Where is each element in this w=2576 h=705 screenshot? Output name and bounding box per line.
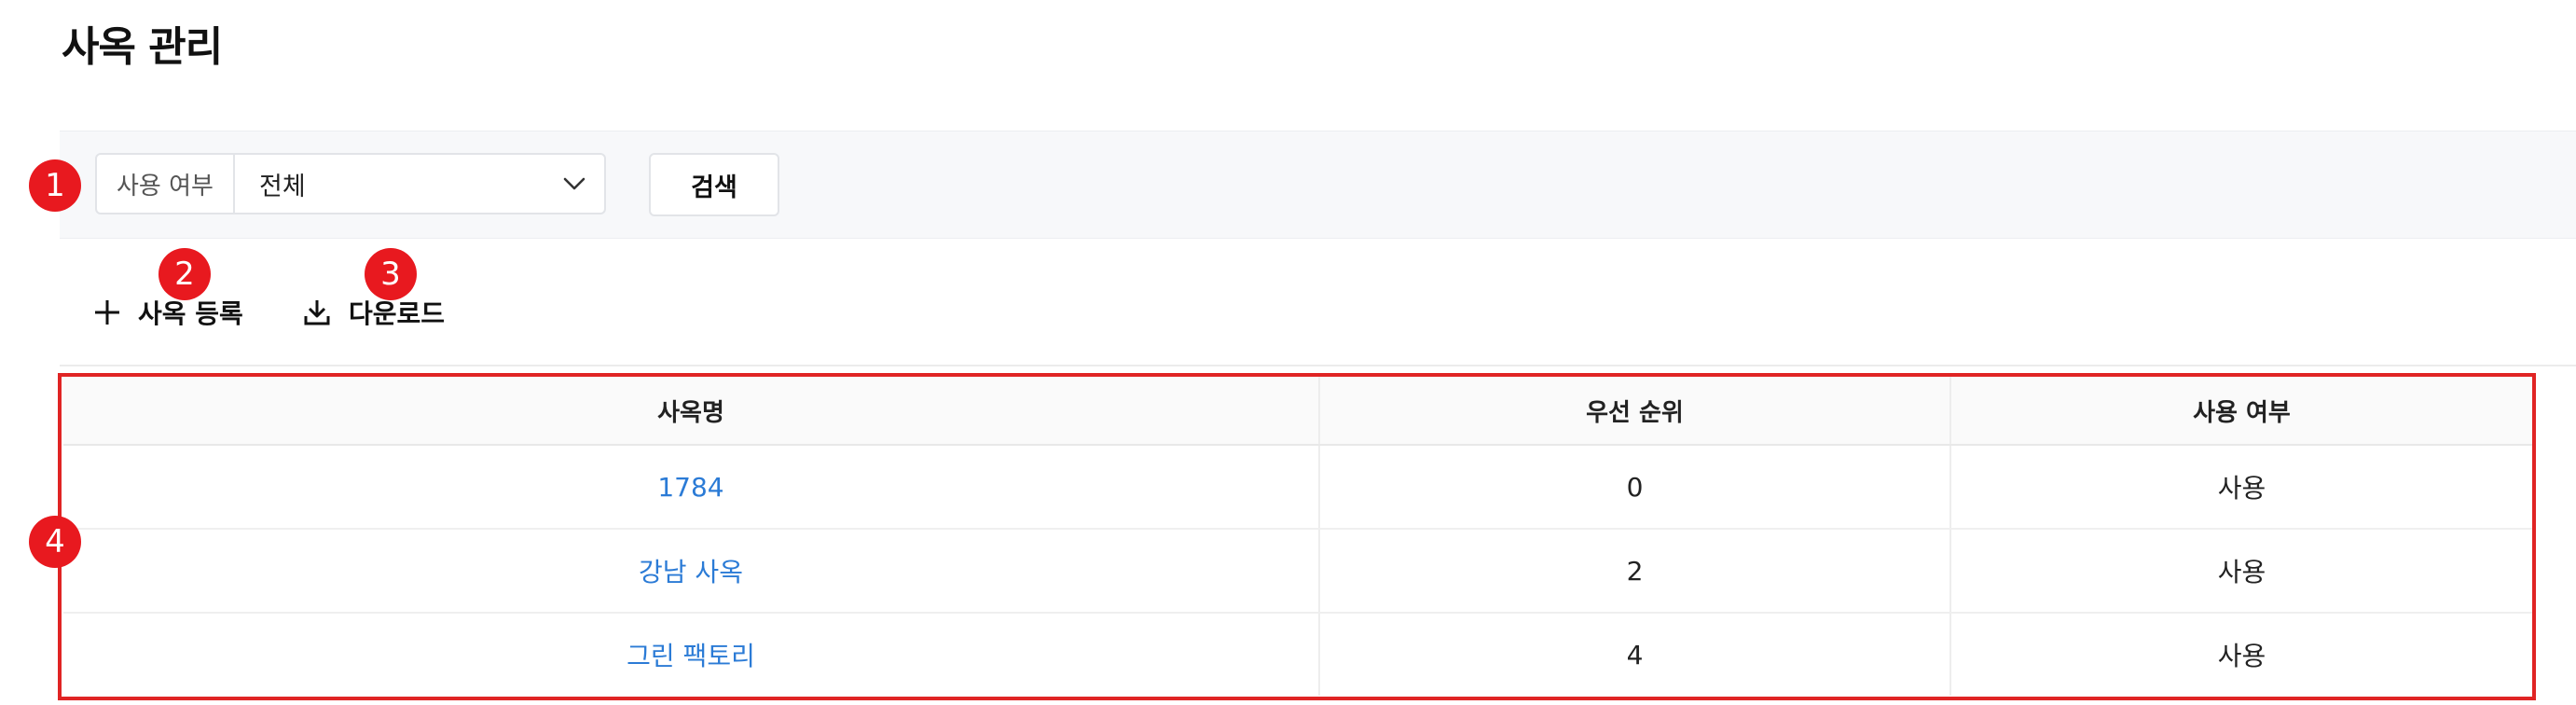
- search-button[interactable]: 검색: [649, 153, 779, 216]
- table-cell-status: 사용: [2217, 641, 2266, 671]
- annotation-badge-4: 4: [29, 516, 81, 568]
- download-icon: [304, 300, 330, 325]
- table-cell-name: 그린 팩토리: [63, 613, 1320, 696]
- usage-filter-value[interactable]: 전체: [235, 166, 544, 202]
- add-building-button[interactable]: 사옥 등록: [93, 293, 243, 332]
- building-table: 사옥명 우선 순위 사용 여부 1784 0 사용 강남 사옥 2 사용 그린 …: [63, 377, 2532, 696]
- table-row: 강남 사옥 2 사용: [63, 529, 2532, 614]
- annotation-badge-2: 2: [158, 248, 211, 300]
- building-name-link[interactable]: 1784: [657, 472, 723, 503]
- table-cell-name: 1784: [63, 445, 1320, 530]
- table-cell-status: 사용: [1950, 529, 2532, 614]
- divider: [60, 365, 2576, 366]
- column-header-name[interactable]: 사옥명: [63, 377, 1320, 446]
- table-cell-name: 강남 사옥: [63, 529, 1320, 614]
- table-row: 1784 0 사용: [63, 445, 2532, 530]
- building-name-link[interactable]: 강남 사옥: [639, 557, 743, 588]
- table-row: 그린 팩토리 4 사용: [63, 613, 2532, 696]
- usage-filter-label: 사용 여부: [97, 155, 235, 213]
- download-button[interactable]: 다운로드: [302, 293, 445, 332]
- annotation-badge-1: 1: [29, 159, 81, 212]
- chevron-down-icon[interactable]: [544, 177, 604, 190]
- table-cell-priority: 4: [1319, 613, 1951, 696]
- table-cell-priority: 0: [1319, 445, 1951, 530]
- table-cell-status: 사용: [1950, 445, 2532, 530]
- table-header-row: 사옥명 우선 순위 사용 여부: [63, 377, 2532, 446]
- annotation-badge-3: 3: [365, 248, 417, 300]
- page-title: 사옥 관리: [62, 23, 223, 71]
- column-header-priority[interactable]: 우선 순위: [1319, 377, 1951, 446]
- plus-icon: [95, 300, 119, 325]
- table-cell-priority: 2: [1319, 529, 1951, 614]
- building-name-link[interactable]: 그린 팩토리: [627, 641, 755, 671]
- usage-filter-select[interactable]: 사용 여부 전체: [95, 153, 606, 214]
- column-header-status[interactable]: 사용 여부: [1950, 377, 2532, 446]
